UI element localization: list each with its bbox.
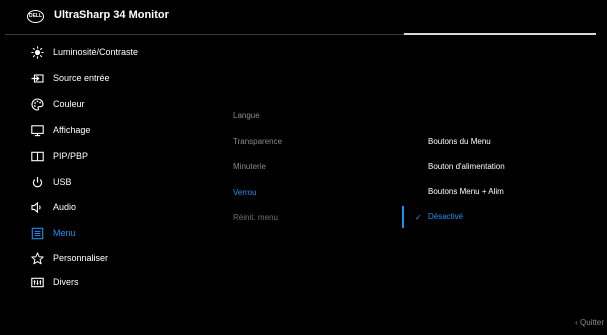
sidebar-item-personalize[interactable]: Personnaliser <box>30 251 108 265</box>
submenu-item-transparency[interactable]: Transparence <box>233 137 282 146</box>
sidebar-item-menu[interactable]: Menu <box>30 226 76 240</box>
sidebar-item-label: Couleur <box>53 99 85 109</box>
submenu-item-lock[interactable]: Verrou <box>233 188 257 197</box>
option-power-button[interactable]: Bouton d'alimentation <box>428 162 505 171</box>
dell-logo: DELL <box>27 10 44 23</box>
submenu-item-language[interactable]: Langue <box>233 111 260 120</box>
sidebar-item-label: Affichage <box>53 125 91 135</box>
header-divider-highlight <box>404 33 596 35</box>
sidebar-item-others[interactable]: Divers <box>30 275 79 289</box>
sidebar-item-label: Menu <box>53 228 76 238</box>
sidebar-item-label: Personnaliser <box>53 253 109 263</box>
sidebar-item-usb[interactable]: USB <box>30 175 72 189</box>
selection-indicator <box>402 206 404 228</box>
sidebar-item-brightness-contrast[interactable]: Luminosité/Contraste <box>30 45 138 59</box>
pip-pbp-icon <box>30 149 44 163</box>
star-icon <box>30 251 44 265</box>
option-disabled[interactable]: Désactivé <box>428 212 463 221</box>
input-source-icon <box>30 71 44 85</box>
brightness-icon <box>30 45 44 59</box>
option-menu-power-buttons[interactable]: Boutons Menu + Alim <box>428 187 504 196</box>
osd-window: DELL UltraSharp 34 Monitor Luminosité/Co… <box>0 0 607 335</box>
menu-icon <box>30 226 44 240</box>
submenu-item-reset-menu[interactable]: Réinit. menu <box>233 213 278 222</box>
sidebar-item-label: USB <box>53 177 72 187</box>
others-icon <box>30 275 44 289</box>
color-palette-icon <box>30 97 44 111</box>
check-icon: ✓ <box>415 213 422 222</box>
exit-button[interactable]: ‹ Quitter <box>575 318 604 327</box>
sidebar-item-input-source[interactable]: Source entrée <box>30 71 110 85</box>
sidebar-item-color[interactable]: Couleur <box>30 97 85 111</box>
header: DELL UltraSharp 34 Monitor <box>0 0 607 34</box>
sidebar-item-label: Luminosité/Contraste <box>53 47 139 57</box>
display-icon <box>30 123 44 137</box>
sidebar-item-label: Divers <box>53 277 79 287</box>
option-menu-buttons[interactable]: Boutons du Menu <box>428 137 491 146</box>
sidebar-item-label: PIP/PBP <box>53 151 89 161</box>
usb-icon <box>30 175 44 189</box>
sidebar-item-audio[interactable]: Audio <box>30 200 76 214</box>
sidebar-item-label: Audio <box>53 202 77 212</box>
sidebar-item-label: Source entrée <box>53 73 110 83</box>
sidebar-item-display[interactable]: Affichage <box>30 123 90 137</box>
monitor-title: UltraSharp 34 Monitor <box>54 9 169 21</box>
submenu-item-timer[interactable]: Minuterie <box>233 162 266 171</box>
sidebar-item-pip-pbp[interactable]: PIP/PBP <box>30 149 88 163</box>
speaker-icon <box>30 200 44 214</box>
